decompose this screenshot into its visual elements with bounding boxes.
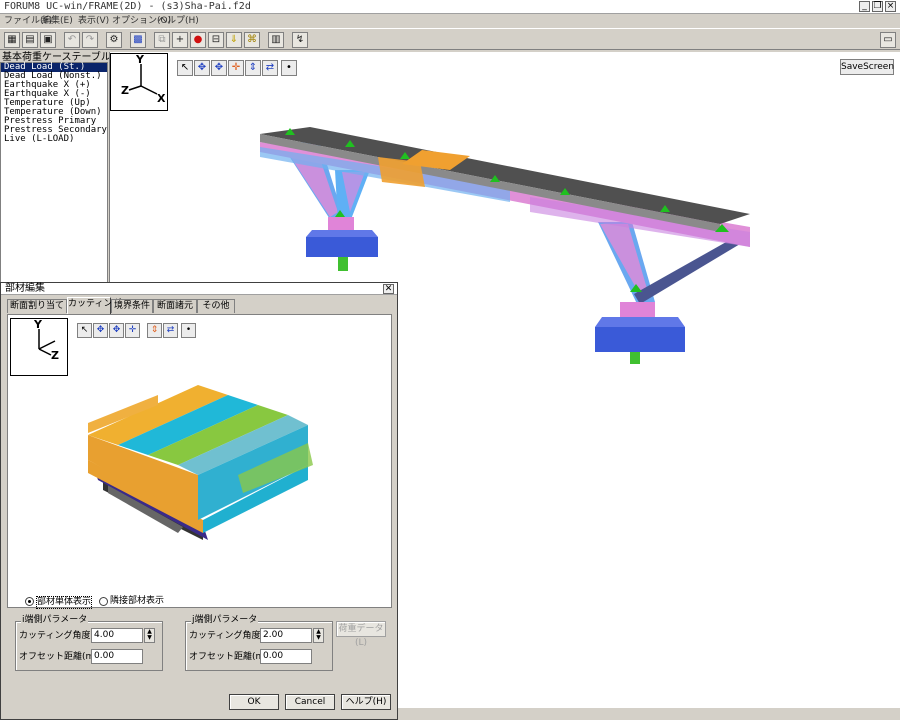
window-title: FORUM8 UC-win/FRAME(2D) - (s3)Sha-Pai.f2…: [4, 1, 251, 12]
save-screen-button[interactable]: SaveScreen: [840, 59, 894, 75]
axis-indicator: Y X Z: [110, 53, 168, 111]
menu-edit[interactable]: 編集(E): [42, 14, 73, 28]
tab-other[interactable]: その他: [197, 299, 235, 313]
menu-bar: ファイル(F) 編集(E) 表示(V) オプション(O) ヘルプ(H): [0, 14, 900, 28]
cancel-button[interactable]: Cancel: [285, 694, 335, 710]
i-offset-input[interactable]: 0.00: [91, 649, 143, 664]
dialog-axis-z-label: Z: [51, 349, 59, 362]
dialog-move-icon[interactable]: ⇄: [163, 323, 178, 338]
point-icon[interactable]: •: [281, 60, 297, 76]
help-button[interactable]: ヘルプ(H): [341, 694, 391, 710]
radio-adjacent-members[interactable]: [99, 597, 108, 606]
tab-section-props[interactable]: 断面諸元: [153, 299, 197, 313]
i-angle-input[interactable]: 4.00: [91, 628, 143, 643]
j-angle-input[interactable]: 2.00: [260, 628, 312, 643]
report-icon[interactable]: ▥: [268, 32, 284, 48]
screen-icon[interactable]: ▭: [880, 32, 896, 48]
dialog-point-icon[interactable]: •: [181, 323, 196, 338]
zoom-icon[interactable]: ⇕: [245, 60, 261, 76]
j-offset-label: オフセット距離(m): [189, 652, 268, 662]
toolbar: ▦ ▤ ▣ ↶ ↷ ⚙ ▩ ⧉ + ● ⊟ ⇓ ⌘ ▥ ↯ ▭: [0, 28, 900, 50]
rotate-x-icon[interactable]: ✥: [194, 60, 210, 76]
load-icon[interactable]: ●: [190, 32, 206, 48]
dialog-axis-indicator: Y Z: [10, 318, 68, 376]
load-data-button[interactable]: 荷重データ(L): [336, 621, 386, 648]
i-end-label: i端側パラメータ: [21, 615, 89, 625]
ok-button[interactable]: OK: [229, 694, 279, 710]
radio-adjacent-members-label: 隣接部材表示: [110, 596, 165, 606]
j-offset-input[interactable]: 0.00: [260, 649, 312, 664]
radio-single-member[interactable]: [25, 597, 34, 606]
rotate-y-icon[interactable]: ✥: [211, 60, 227, 76]
menu-help[interactable]: ヘルプ(H): [158, 14, 199, 28]
tab-section-assign[interactable]: 断面割り当て: [7, 299, 67, 313]
i-angle-spinner[interactable]: ▲ ▼: [144, 628, 155, 643]
menu-view[interactable]: 表示(V): [78, 14, 109, 28]
add-node-icon[interactable]: +: [172, 32, 188, 48]
tab-boundary[interactable]: 境界条件: [111, 299, 153, 313]
tab-cutting[interactable]: カッティング: [67, 297, 121, 314]
copy-member-icon[interactable]: ⧉: [154, 32, 170, 48]
save-icon[interactable]: ▣: [40, 32, 56, 48]
section-icon[interactable]: ⌘: [244, 32, 260, 48]
grid-icon[interactable]: ▩: [130, 32, 146, 48]
title-bar: FORUM8 UC-win/FRAME(2D) - (s3)Sha-Pai.f2…: [0, 0, 900, 14]
undo-icon[interactable]: ↶: [64, 32, 80, 48]
dialog-axis-y-label: Y: [34, 318, 42, 331]
member-edit-dialog: 部材編集 ✕ 断面割り当て カッティング 境界条件 断面諸元 その他 Y Z ↖…: [0, 282, 398, 720]
dialog-zoom-icon[interactable]: ⇕: [147, 323, 162, 338]
dialog-title: 部材編集: [5, 283, 45, 294]
j-angle-spinner[interactable]: ▲ ▼: [313, 628, 324, 643]
move-icon[interactable]: ⇄: [262, 60, 278, 76]
axis-y-label: Y: [136, 53, 144, 66]
dialog-rotate-x-icon[interactable]: ✥: [93, 323, 108, 338]
case-list[interactable]: Dead Load (St.) Dead Load (Nonst.) Earth…: [0, 62, 108, 284]
redo-icon[interactable]: ↷: [82, 32, 98, 48]
close-icon[interactable]: ×: [885, 1, 896, 12]
axis-z-label: Z: [121, 84, 129, 97]
j-end-label: j端側パラメータ: [191, 615, 259, 625]
axis-x-label: X: [157, 92, 166, 105]
select-icon[interactable]: ↖: [177, 60, 193, 76]
vehicle-icon[interactable]: ⊟: [208, 32, 224, 48]
calculate-icon[interactable]: ⚙: [106, 32, 122, 48]
dialog-rotate-y-icon[interactable]: ✥: [109, 323, 124, 338]
list-item[interactable]: Live (L-LOAD): [1, 135, 107, 144]
minimize-icon[interactable]: _: [859, 1, 870, 12]
dialog-close-icon[interactable]: ✕: [383, 284, 394, 294]
i-offset-label: オフセット距離(m): [19, 652, 98, 662]
results-icon[interactable]: ↯: [292, 32, 308, 48]
new-icon[interactable]: ▦: [4, 32, 20, 48]
open-icon[interactable]: ▤: [22, 32, 38, 48]
radio-single-member-label: 部材単体表示: [36, 596, 93, 609]
dialog-pan-icon[interactable]: ✛: [125, 323, 140, 338]
dialog-select-icon[interactable]: ↖: [77, 323, 92, 338]
restore-icon[interactable]: ❐: [872, 1, 883, 12]
dialog-title-bar: 部材編集 ✕: [1, 283, 397, 295]
pan-icon[interactable]: ✛: [228, 60, 244, 76]
arrow-down-icon[interactable]: ⇓: [226, 32, 242, 48]
